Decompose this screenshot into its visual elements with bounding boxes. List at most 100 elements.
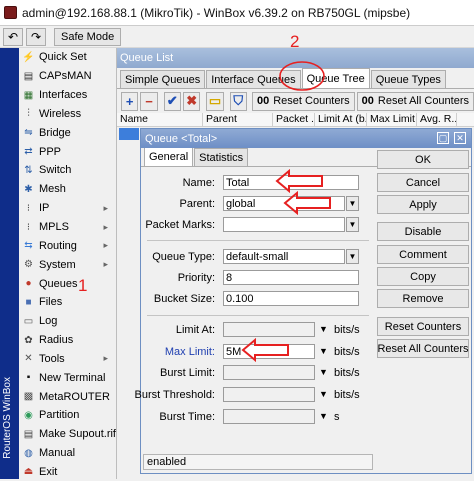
redo-button[interactable]: ↷: [26, 27, 46, 46]
filter-icon[interactable]: ⛉: [229, 91, 247, 111]
menu-item-routing[interactable]: ⇆ Routing ▸: [19, 236, 116, 255]
max-limit-expand-icon[interactable]: ▼: [319, 346, 328, 356]
main-menu: ⚡ Quick Set ▤ CAPsMAN ▦ Interfaces ⫶ Wireless ⇋ B…: [19, 48, 117, 479]
reset-counters-button[interactable]: 00 Reset Counters: [251, 91, 355, 111]
remove-button[interactable]: Remove: [377, 289, 469, 308]
menu-item-wireless[interactable]: ⫶ Wireless: [19, 105, 116, 124]
cancel-button[interactable]: Cancel: [377, 173, 469, 192]
routing-icon: ⇆: [24, 240, 33, 252]
burst-time-field[interactable]: [223, 409, 315, 424]
parent-dropdown-icon[interactable]: ▼: [346, 196, 359, 211]
menu-item-metarouter[interactable]: ▩ MetaROUTER: [19, 387, 116, 406]
limit-at-expand-icon[interactable]: ▼: [319, 324, 328, 334]
reset-all-counters-dialog-button[interactable]: Reset All Counters: [377, 339, 469, 358]
menu-item-label: Quick Set: [39, 51, 87, 64]
manual-icon: ◍: [24, 447, 33, 459]
menu-item-label: Mesh: [39, 183, 66, 196]
menu-item-bridge[interactable]: ⇋ Bridge: [19, 123, 116, 142]
column-header-limit-at[interactable]: Limit At (b...: [315, 113, 367, 126]
menu-item-switch[interactable]: ⇅ Switch: [19, 161, 116, 180]
undo-button[interactable]: ↶: [3, 27, 23, 46]
menu-item-make-supout-rif[interactable]: ▤ Make Supout.rif: [19, 425, 116, 444]
disable-icon[interactable]: ✖: [182, 91, 201, 111]
menu-item-label: Partition: [39, 409, 80, 422]
enable-icon[interactable]: ✔: [163, 91, 181, 111]
burst-limit-label: Burst Limit:: [159, 367, 215, 379]
menu-item-capsman[interactable]: ▤ CAPsMAN: [19, 67, 116, 86]
comment-button[interactable]: Comment: [377, 245, 469, 264]
restore-icon[interactable]: ▢: [437, 132, 449, 144]
menu-item-new-terminal[interactable]: ▪ New Terminal: [19, 368, 116, 387]
burst-limit-field[interactable]: [223, 365, 315, 380]
menu-item-mpls[interactable]: ⁝ MPLS ▸: [19, 218, 116, 237]
menu-item-quick-set[interactable]: ⚡ Quick Set: [19, 48, 116, 67]
menu-item-manual[interactable]: ◍ Manual: [19, 444, 116, 463]
bucket-size-field[interactable]: 0.100: [223, 291, 359, 306]
queue-list-column-headers: Name Parent Packet ... Limit At (b... Ma…: [117, 113, 474, 127]
burst-threshold-expand-icon[interactable]: ▼: [319, 389, 328, 399]
close-icon[interactable]: ✕: [454, 132, 466, 144]
column-header-max-limit[interactable]: Max Limit ...: [367, 113, 417, 126]
menu-item-mesh[interactable]: ✱ Mesh: [19, 180, 116, 199]
selected-table-row[interactable]: [119, 128, 139, 140]
burst-threshold-unit: bits/s: [334, 389, 360, 401]
menu-item-radius[interactable]: ✿ Radius: [19, 331, 116, 350]
burst-limit-expand-icon[interactable]: ▼: [319, 367, 328, 377]
metarouter-icon: ▩: [23, 391, 34, 403]
apply-button[interactable]: Apply: [377, 195, 469, 214]
ok-button[interactable]: OK: [377, 150, 469, 169]
menu-item-label: Radius: [39, 334, 74, 347]
packet-marks-label: Packet Marks:: [145, 219, 215, 231]
new-terminal-icon: ▪: [26, 372, 31, 384]
red-arrow-parent: [283, 191, 331, 215]
main-toolbar: ↶ ↷ Safe Mode: [0, 26, 474, 48]
column-header-parent[interactable]: Parent: [203, 113, 273, 126]
burst-time-expand-icon[interactable]: ▼: [319, 411, 328, 421]
remove-icon[interactable]: −: [140, 91, 158, 111]
burst-threshold-field[interactable]: [223, 387, 315, 402]
column-header-avg-rate[interactable]: Avg. R...: [417, 113, 457, 126]
menu-item-ip[interactable]: ⁝ IP ▸: [19, 199, 116, 218]
limit-at-field[interactable]: [223, 322, 315, 337]
submenu-arrow-icon: ▸: [103, 221, 108, 232]
tab-statistics[interactable]: Statistics: [194, 148, 249, 166]
limit-at-label: Limit At:: [175, 324, 215, 336]
menu-item-partition[interactable]: ◉ Partition: [19, 406, 116, 425]
tab-queue-types[interactable]: Queue Types: [370, 70, 446, 88]
menu-item-exit[interactable]: ⏏ Exit: [19, 463, 116, 481]
safe-mode-button[interactable]: Safe Mode: [54, 27, 122, 46]
queue-properties-dialog: Queue <Total> ▢ ✕ General Statistics Nam…: [134, 128, 472, 474]
menu-item-tools[interactable]: ✕ Tools ▸: [19, 350, 116, 369]
submenu-arrow-icon: ▸: [103, 240, 108, 251]
copy-button[interactable]: Copy: [377, 267, 469, 286]
queue-type-dropdown-icon[interactable]: ▼: [346, 249, 359, 264]
menu-item-label: Make Supout.rif: [38, 428, 116, 441]
comment-icon[interactable]: ▭: [206, 91, 224, 111]
tab-simple-queues[interactable]: Simple Queues: [120, 70, 206, 88]
add-icon[interactable]: +: [121, 91, 139, 111]
menu-item-ppp[interactable]: ⇄ PPP: [19, 142, 116, 161]
disable-button[interactable]: Disable: [377, 222, 469, 241]
queue-type-select[interactable]: default-small: [223, 249, 345, 264]
reset-counters-dialog-button[interactable]: Reset Counters: [377, 317, 469, 336]
menu-item-system[interactable]: ⚙ System ▸: [19, 255, 116, 274]
menu-item-queues[interactable]: ● Queues: [19, 274, 116, 293]
submenu-arrow-icon: ▸: [103, 202, 108, 213]
packet-marks-select[interactable]: [223, 217, 345, 232]
priority-field[interactable]: 8: [223, 270, 359, 285]
menu-item-label: System: [39, 258, 76, 271]
status-bar: enabled: [143, 454, 373, 470]
packet-marks-dropdown-icon[interactable]: ▼: [346, 217, 359, 232]
column-header-name[interactable]: Name: [117, 113, 203, 126]
column-header-packet-marks[interactable]: Packet ...: [273, 113, 315, 126]
menu-item-label: New Terminal: [39, 371, 106, 384]
burst-time-unit: s: [334, 411, 340, 423]
menu-item-interfaces[interactable]: ▦ Interfaces: [19, 86, 116, 105]
red-arrow-name: [275, 169, 323, 193]
tab-general[interactable]: General: [144, 146, 194, 166]
name-label: Name:: [182, 177, 215, 189]
reset-all-counters-button[interactable]: 00 Reset All Counters: [356, 91, 474, 111]
make-supout-rif-icon: ▤: [23, 428, 34, 440]
menu-item-files[interactable]: ■ Files: [19, 293, 116, 312]
menu-item-log[interactable]: ▭ Log: [19, 312, 116, 331]
